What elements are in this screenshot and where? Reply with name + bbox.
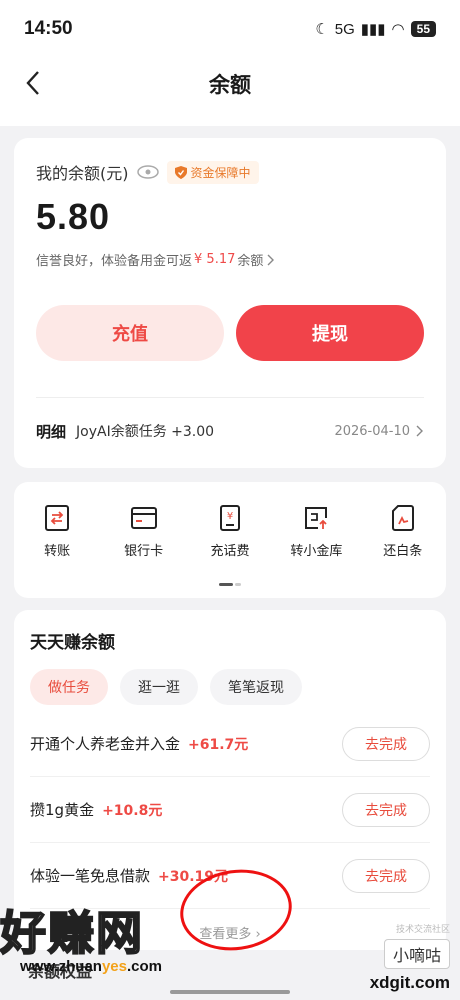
vault-transfer-icon xyxy=(305,507,328,529)
shortcut-transfer[interactable]: 转账 xyxy=(17,504,97,559)
bank-card-icon xyxy=(130,507,157,529)
svg-text:¥: ¥ xyxy=(227,511,233,522)
earn-title: 天天赚余额 xyxy=(30,633,115,653)
status-time: 14:50 xyxy=(24,18,73,39)
detail-text: JoyAI余额任务 +3.00 xyxy=(76,424,215,440)
moon-icon: ☾ xyxy=(315,21,329,38)
tab-tasks[interactable]: 做任务 xyxy=(30,669,108,705)
chevron-right-icon xyxy=(416,425,423,437)
shortcut-label: 转账 xyxy=(44,544,71,559)
watermark-url: www.zhuanyes.com xyxy=(20,958,162,975)
transfer-icon xyxy=(45,505,70,531)
watermark-right: 技术交流社区 小嘀咕 xdgit.com xyxy=(370,922,450,993)
balance-card: 我的余额(元) 资金保障中 5.80 信誉良好，体验备用金可返 ¥ 5.17 余… xyxy=(14,138,446,468)
watermark-url-part: .com xyxy=(126,958,162,975)
balance-amount: 5.80 xyxy=(36,196,111,237)
wifi-icon: ◠ xyxy=(391,21,405,38)
credit-prefix: 信誉良好，体验备用金可返 xyxy=(36,254,193,269)
badge-text: 资金保障中 xyxy=(190,165,251,180)
recharge-button[interactable]: 充值 xyxy=(36,305,224,361)
balance-label: 我的余额(元) xyxy=(36,164,129,183)
watermark-left: 好赚网 www.zhuanyes.com xyxy=(0,906,162,975)
task-row: 攒1g黄金 +10.8元 去完成 xyxy=(30,777,430,843)
phone-bill-icon: ¥ xyxy=(219,505,240,531)
credit-line[interactable]: 信誉良好，体验备用金可返 ¥ 5.17 余额 xyxy=(36,250,424,269)
earn-tabs: 做任务 逛一逛 笔笔返现 xyxy=(30,669,430,705)
detail-row[interactable]: 明细 JoyAI余额任务 +3.00 2026-04-10 xyxy=(36,398,424,464)
watermark-domain: xdgit.com xyxy=(369,973,450,992)
shortcut-label: 还白条 xyxy=(383,544,423,559)
watermark-box: 小嘀咕 xyxy=(383,939,450,969)
detail-date: 2026-04-10 xyxy=(334,423,410,439)
shortcut-vault-transfer[interactable]: 转小金库 xyxy=(276,504,356,559)
shortcut-bank-card[interactable]: 银行卡 xyxy=(104,504,184,559)
back-button[interactable] xyxy=(18,68,48,98)
tab-cashback[interactable]: 笔笔返现 xyxy=(210,669,302,705)
task-row: 开通个人养老金并入金 +61.7元 去完成 xyxy=(30,711,430,777)
repay-icon xyxy=(391,505,414,531)
task-name: 体验一笔免息借款 xyxy=(30,867,151,885)
eye-icon[interactable] xyxy=(136,165,159,179)
signal-icon: ▮▮▮ xyxy=(360,21,386,38)
detail-label: 明细 xyxy=(36,422,67,441)
shortcut-label: 转小金库 xyxy=(290,544,343,559)
page-indicator xyxy=(219,583,241,586)
task-reward: +61.7元 xyxy=(188,736,249,753)
complete-task-button[interactable]: 去完成 xyxy=(342,726,430,761)
tab-browse[interactable]: 逛一逛 xyxy=(120,669,198,705)
watermark-caption: 技术交流社区 xyxy=(395,925,450,935)
chevron-right-icon xyxy=(267,254,275,265)
task-reward: +10.8元 xyxy=(102,802,163,819)
page-title: 余额 xyxy=(209,73,251,97)
back-arrow-icon xyxy=(26,71,39,95)
shield-icon xyxy=(174,165,187,179)
nav-bar: 余额 xyxy=(0,58,460,110)
page-dot xyxy=(235,583,241,586)
network-label: 5G xyxy=(334,20,355,38)
shortcut-row: 转账 银行卡 ¥ 充话费 转小金库 还白条 xyxy=(14,504,446,559)
shortcut-label: 银行卡 xyxy=(124,544,164,559)
withdraw-button[interactable]: 提现 xyxy=(236,305,424,361)
page-dot-active xyxy=(219,583,233,586)
watermark-url-highlight: yes xyxy=(101,958,127,975)
balance-label-row: 我的余额(元) 资金保障中 xyxy=(36,160,424,184)
watermark-logo-text: 好赚网 xyxy=(0,906,144,960)
complete-task-button[interactable]: 去完成 xyxy=(342,858,430,893)
shortcut-label: 充话费 xyxy=(210,544,250,559)
action-buttons: 充值 提现 xyxy=(36,305,424,361)
header-spacer xyxy=(0,110,460,126)
status-icons: ☾ 5G ▮▮▮ ◠ 55 xyxy=(315,20,436,38)
status-bar: 14:50 ☾ 5G ▮▮▮ ◠ 55 xyxy=(0,0,460,58)
credit-amount: ¥ 5.17 xyxy=(194,252,236,267)
home-indicator[interactable] xyxy=(170,990,290,994)
shortcut-phone-bill[interactable]: ¥ 充话费 xyxy=(190,504,270,559)
shortcut-card: 转账 银行卡 ¥ 充话费 转小金库 还白条 xyxy=(14,482,446,598)
task-name: 开通个人养老金并入金 xyxy=(30,735,181,753)
shortcut-repay[interactable]: 还白条 xyxy=(363,504,443,559)
complete-task-button[interactable]: 去完成 xyxy=(342,792,430,827)
battery-icon: 55 xyxy=(410,21,436,37)
task-name: 攒1g黄金 xyxy=(30,801,95,819)
credit-suffix: 余额 xyxy=(237,254,264,269)
watermark-url-part: www.zhuan xyxy=(20,958,102,975)
fund-protection-badge: 资金保障中 xyxy=(166,160,259,184)
